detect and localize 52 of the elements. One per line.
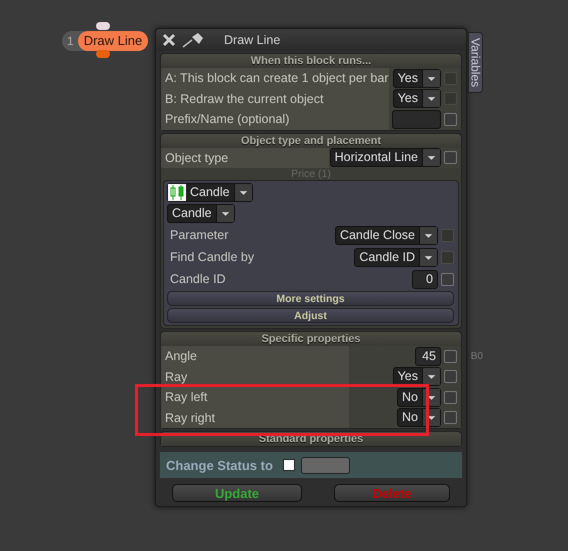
checkbox[interactable] [282,459,295,471]
dropdown[interactable]: No [397,388,441,407]
caret-icon [234,184,252,201]
field-label: A: This block can create 1 object per bar [161,68,389,88]
checkbox[interactable] [444,411,457,424]
input-field[interactable] [392,110,441,129]
field-label: Ray left [161,387,349,408]
checkbox[interactable] [444,390,457,404]
section-header: Object type and placement [161,134,461,148]
caret-icon [419,248,437,266]
status-label: Change Status to [166,458,273,472]
field-label: Prefix/Name (optional) [161,109,389,130]
dropdown[interactable]: Candle Close [334,226,438,244]
status-field[interactable] [300,456,350,474]
number-field[interactable]: 0 [412,270,438,288]
group-button[interactable]: More settings [167,291,454,306]
update-button[interactable]: Update [172,484,302,502]
checkbox[interactable] [441,272,454,286]
dropdown[interactable]: Yes [392,367,441,386]
checkbox[interactable] [444,370,457,384]
close-icon[interactable] [162,33,176,47]
dropdown[interactable]: Yes [392,68,441,88]
dropdown[interactable]: Candle [167,183,253,202]
block-node[interactable]: 1 Draw Line [62,31,148,51]
dropdown[interactable]: No [397,408,441,428]
field-label: B: Redraw the current object [161,88,389,109]
node-title: Draw Line [78,31,148,51]
section-header: Specific properties [161,332,461,346]
input-port[interactable] [96,22,110,30]
caret-icon [419,226,437,244]
dropdown[interactable]: Yes [392,89,441,108]
suffix-label: B0 [470,350,483,362]
pin-icon[interactable] [182,32,206,48]
dropdown[interactable]: Horizontal Line [330,148,441,168]
dropdown[interactable]: Candle ID [354,248,438,266]
caret-icon [216,205,234,222]
field-label: Find Candle by [170,250,254,264]
group-button[interactable]: Adjust [167,308,454,323]
dropdown[interactable]: Candle [167,204,235,223]
output-port[interactable] [96,50,110,58]
field-label: Parameter [170,228,228,242]
checkbox[interactable] [444,350,457,363]
field-label: Candle ID [170,272,226,286]
checkbox[interactable] [444,151,457,164]
field-label: Object type [161,148,329,168]
field-label: Angle [161,346,349,366]
node-number: 1 [67,34,74,48]
number-field[interactable]: 45 [415,346,441,366]
panel-title: Draw Line [224,33,280,47]
field-label: Ray right [161,408,349,428]
checkbox[interactable] [444,112,457,126]
variables-tab[interactable]: Variables [468,32,483,93]
